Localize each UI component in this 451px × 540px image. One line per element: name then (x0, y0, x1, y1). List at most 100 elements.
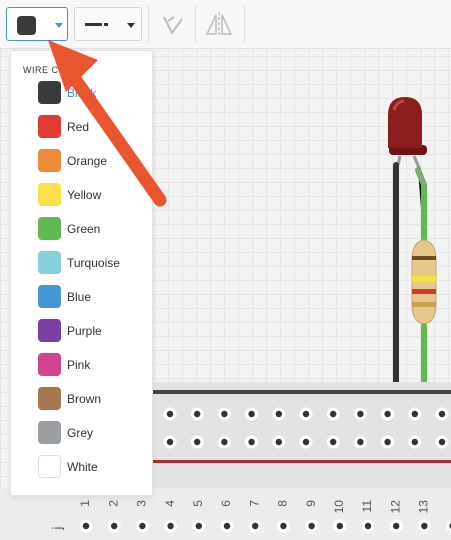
color-option-orange[interactable]: Orange (11, 144, 152, 178)
menu-title: WIRE COLOR (23, 65, 87, 75)
color-label: Blue (67, 290, 92, 304)
chevron-down-icon (127, 23, 135, 28)
hole-center (357, 410, 364, 418)
column-number: 6 (219, 500, 233, 507)
toolbar (0, 0, 451, 49)
column-number: 4 (163, 500, 177, 507)
toolbar-divider (195, 5, 196, 43)
hole-center (166, 438, 174, 446)
hole-center (411, 438, 418, 446)
hole-center (330, 410, 337, 418)
row-letter: j (49, 526, 64, 530)
color-swatch (38, 81, 61, 104)
color-option-green[interactable]: Green (11, 212, 152, 246)
column-number: 11 (360, 500, 374, 513)
hole-center (275, 410, 282, 418)
hole-center (82, 522, 90, 530)
wire-color-menu: WIRE COLOR Black Red Orange Yellow Green Turq… (10, 50, 153, 496)
hole-center (308, 522, 315, 530)
color-swatch (38, 455, 61, 478)
column-number: 5 (191, 500, 205, 507)
column-number: 1 (78, 500, 92, 507)
color-swatch (38, 217, 61, 240)
color-label: Grey (67, 426, 94, 440)
color-option-red[interactable]: Red (11, 110, 152, 144)
hole-center (384, 410, 391, 418)
hole-center (330, 438, 337, 446)
hole-center (302, 410, 310, 418)
column-number: 10 (332, 500, 346, 514)
hole-center (248, 438, 255, 446)
color-label: Black (67, 86, 97, 100)
color-label: Red (67, 120, 90, 134)
color-option-purple[interactable]: Purple (11, 314, 152, 348)
color-swatch (38, 251, 61, 274)
hole-center (364, 522, 372, 530)
hole-center (139, 522, 146, 530)
color-label: White (67, 460, 98, 474)
hole-center (221, 438, 228, 446)
hole-center (357, 438, 364, 446)
color-option-grey[interactable]: Grey (11, 416, 152, 450)
hole-center (280, 522, 287, 530)
hole-center (411, 410, 418, 418)
color-swatch (38, 115, 61, 138)
color-swatch (38, 183, 61, 206)
hole-center (166, 410, 174, 418)
hole-center (438, 438, 446, 446)
hole-center (194, 438, 201, 446)
color-swatch (38, 285, 61, 308)
resistor-component[interactable] (411, 239, 437, 325)
hole-center (167, 522, 174, 530)
color-option-white[interactable]: White (11, 450, 152, 484)
color-swatch (38, 319, 61, 342)
column-number: 2 (106, 500, 120, 507)
hole-center (393, 522, 400, 530)
color-option-turquoise[interactable]: Turquoise (11, 246, 152, 280)
color-option-pink[interactable]: Pink (11, 348, 152, 382)
color-label: Yellow (67, 188, 102, 202)
hole-center (252, 522, 259, 530)
color-label: Turquoise (67, 256, 120, 270)
color-swatch (38, 387, 61, 410)
hole-center (194, 410, 201, 418)
line-style-icon (85, 23, 108, 26)
column-number: 8 (276, 500, 290, 507)
toolbar-divider (148, 5, 149, 43)
hole-center (421, 522, 428, 530)
column-number: 3 (135, 500, 149, 507)
selected-color-swatch (17, 16, 36, 35)
rotate-icon[interactable] (158, 9, 188, 39)
color-label: Orange (67, 154, 108, 168)
color-option-yellow[interactable]: Yellow (11, 178, 152, 212)
color-option-black[interactable]: Black (11, 76, 152, 110)
color-label: Purple (67, 324, 102, 338)
color-label: Green (67, 222, 101, 236)
wire-style-button[interactable] (74, 7, 142, 41)
hole-center (195, 522, 202, 530)
column-number: 12 (388, 500, 402, 514)
color-swatch (38, 149, 61, 172)
hole-center (336, 522, 343, 530)
hole-center (438, 410, 446, 418)
hole-center (111, 522, 118, 530)
column-number: 13 (417, 500, 431, 514)
column-number: 9 (304, 500, 318, 507)
flip-icon[interactable] (204, 9, 238, 39)
wire-color-button[interactable] (6, 7, 68, 41)
toolbar-divider (244, 5, 245, 43)
hole-center (275, 438, 282, 446)
color-label: Brown (67, 392, 102, 406)
color-swatch (38, 353, 61, 376)
hole-center (248, 410, 255, 418)
color-option-blue[interactable]: Blue (11, 280, 152, 314)
color-option-brown[interactable]: Brown (11, 382, 152, 416)
led-component[interactable] (388, 97, 427, 171)
color-swatch (38, 421, 61, 444)
hole-center (223, 522, 231, 530)
hole-center (302, 438, 310, 446)
color-label: Pink (67, 358, 91, 372)
hole-center (384, 438, 391, 446)
column-number: 7 (247, 500, 261, 507)
chevron-down-icon (55, 23, 63, 28)
